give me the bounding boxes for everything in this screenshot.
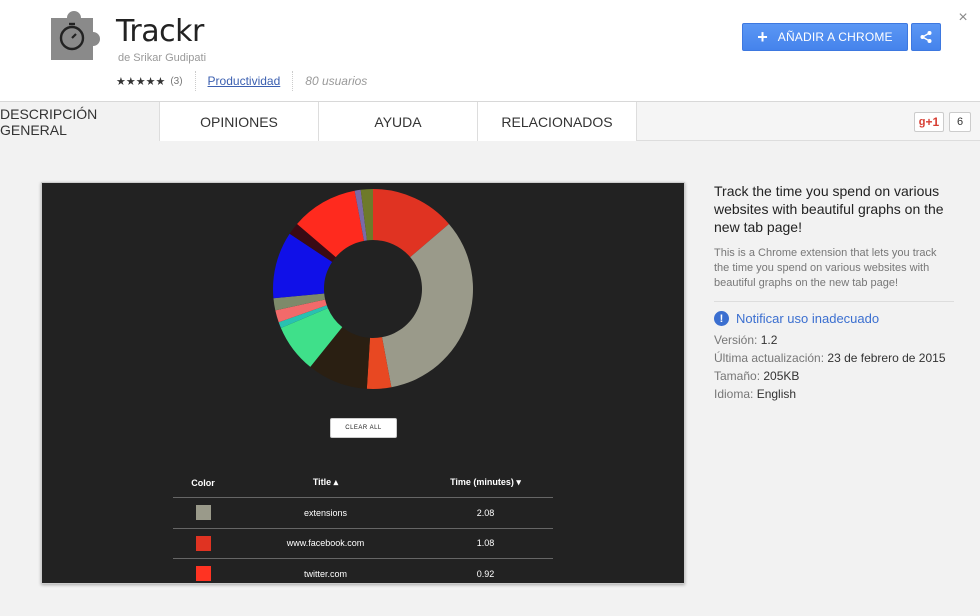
tab-bar: DESCRIPCIÓN GENERAL OPINIONES AYUDA RELA… (0, 102, 980, 141)
tab-reviews[interactable]: OPINIONES (160, 102, 319, 141)
report-label: Notificar uso inadecuado (736, 311, 880, 326)
tab-related[interactable]: RELACIONADOS (478, 102, 637, 141)
share-button[interactable] (911, 23, 941, 51)
category-link[interactable]: Productividad (208, 74, 281, 88)
color-swatch (195, 566, 211, 582)
separator (194, 71, 196, 91)
table-row: www.facebook.com 1.08 (173, 529, 553, 559)
col-title[interactable]: Title ▴ (233, 477, 418, 488)
user-count: 80 usuarios (305, 74, 368, 88)
plus-icon: + (757, 27, 768, 47)
screenshot-carousel[interactable]: CLEAR ALL Color Title ▴ Time (minutes) ▾… (41, 182, 685, 584)
add-to-chrome-button[interactable]: + AÑADIR A CHROME (742, 23, 908, 51)
row-title: extensions (303, 507, 348, 518)
share-icon (920, 31, 932, 43)
tab-overview[interactable]: DESCRIPCIÓN GENERAL (0, 102, 160, 141)
description-body: This is a Chrome extension that lets you… (714, 247, 937, 289)
col-time[interactable]: Time (minutes) ▾ (418, 477, 553, 488)
col-color[interactable]: Color (173, 478, 233, 488)
row-time: 2.08 (476, 507, 495, 518)
google-plus-button[interactable]: g +1 (914, 112, 944, 132)
close-icon[interactable]: × (955, 10, 971, 26)
description-panel: Track the time you spend on various webs… (714, 182, 954, 403)
meta-row: ★★★★★ (3) Productividad 80 usuarios (116, 71, 368, 91)
google-plus-icon: g (918, 116, 926, 128)
row-title: www.facebook.com (286, 538, 365, 549)
info-list: Versión: 1.2 Última actualización: 23 de… (714, 331, 954, 403)
row-time: 1.08 (476, 538, 495, 549)
table-row: twitter.com 0.92 (173, 559, 553, 583)
data-table: Color Title ▴ Time (minutes) ▾ extension… (173, 468, 553, 583)
extension-title: Trackr (116, 14, 204, 49)
language-info: Idioma: English (714, 387, 797, 401)
rating-count[interactable]: (3) (170, 76, 182, 87)
table-header: Color Title ▴ Time (minutes) ▾ (173, 468, 553, 498)
row-time: 0.92 (476, 568, 495, 579)
donut-slice-1 (382, 223, 473, 388)
color-swatch (195, 505, 211, 521)
puzzle-icon (51, 11, 100, 60)
tab-help[interactable]: AYUDA (319, 102, 478, 141)
alert-icon: ! (714, 311, 729, 326)
table-row: extensions 2.08 (173, 498, 553, 529)
author-name: de Srikar Gudipati (118, 52, 207, 64)
gplus-label: +1 (925, 115, 940, 129)
updated-info: Última actualización: 23 de febrero de 2… (714, 351, 946, 365)
size-info: Tamaño: 205KB (714, 369, 800, 383)
clear-all-button[interactable]: CLEAR ALL (330, 418, 397, 438)
google-plus-count: 6 (949, 112, 971, 132)
store-header: Trackr de Srikar Gudipati ★★★★★ (3) Prod… (0, 0, 980, 102)
color-swatch (195, 535, 211, 551)
version-info: Versión: 1.2 (714, 333, 778, 347)
report-abuse-link[interactable]: ! Notificar uso inadecuado (714, 311, 954, 326)
description-title: Track the time you spend on various webs… (714, 183, 944, 235)
donut-chart (273, 189, 473, 389)
row-title: twitter.com (303, 568, 347, 579)
divider (714, 301, 954, 302)
rating-stars[interactable]: ★★★★★ (116, 75, 165, 88)
separator (292, 71, 294, 91)
add-button-label: AÑADIR A CHROME (777, 30, 893, 44)
